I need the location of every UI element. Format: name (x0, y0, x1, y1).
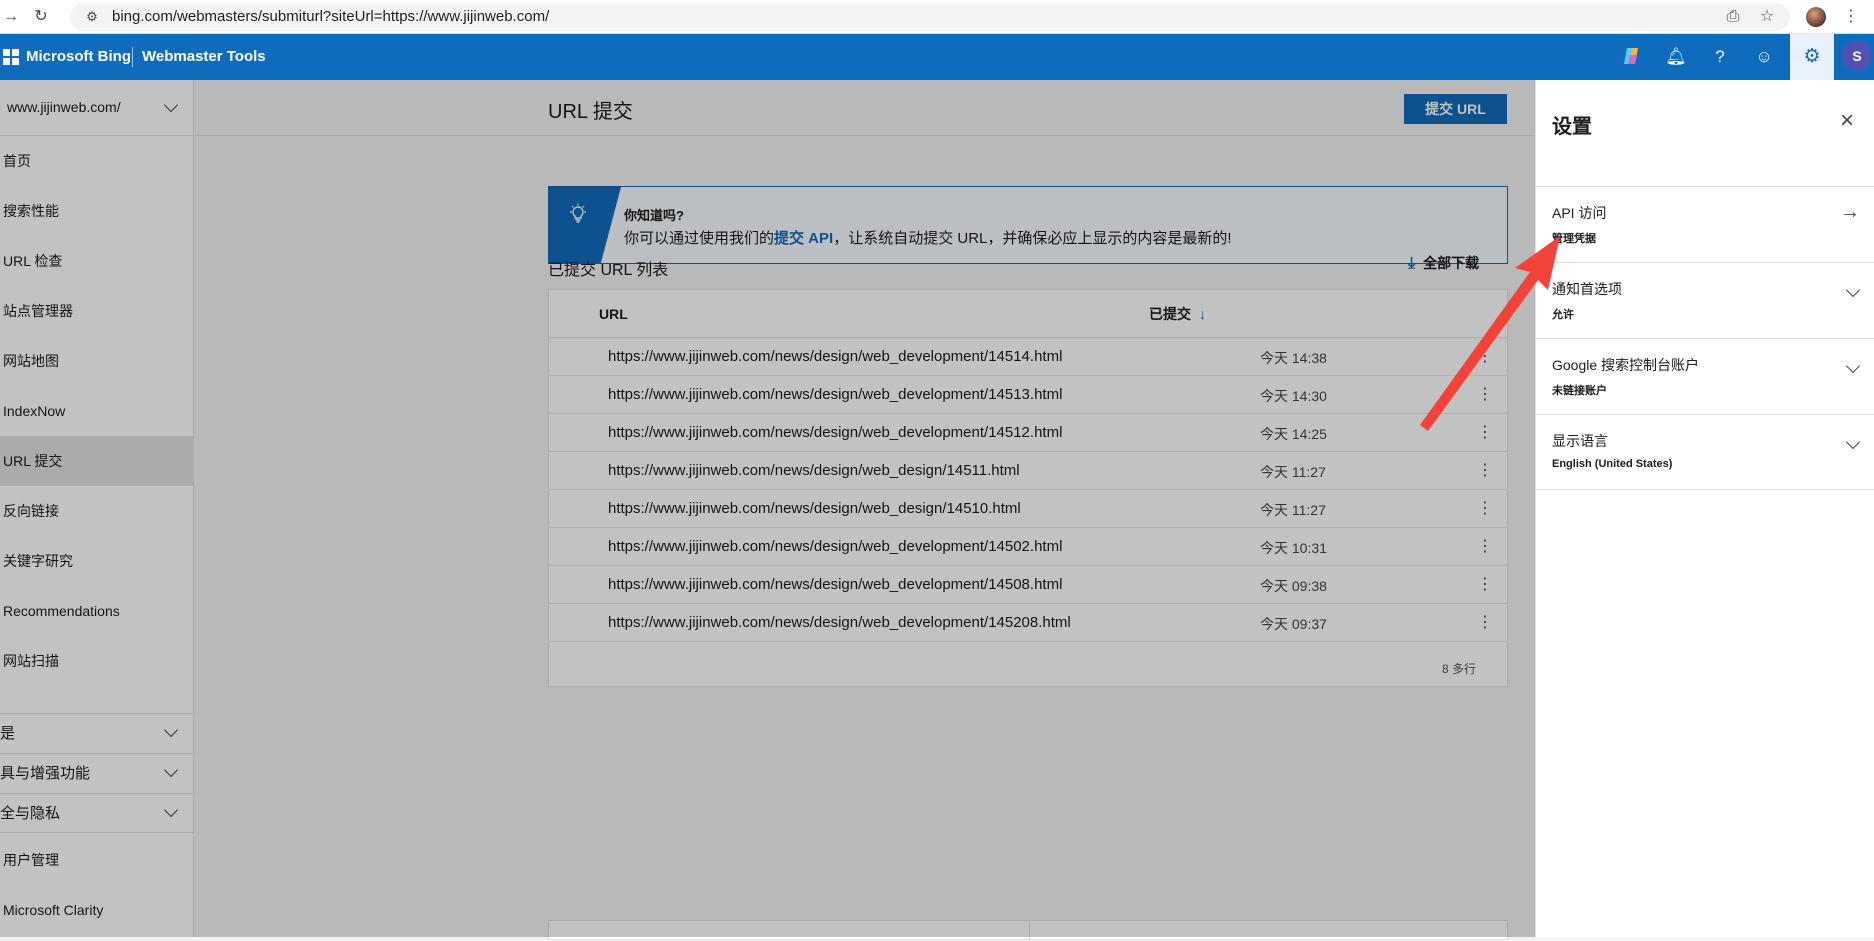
settings-item-sub: English (United States) (1552, 458, 1673, 470)
settings-item-sub: 未链接账户 (1552, 385, 1607, 397)
browser-profile-avatar[interactable] (1806, 7, 1826, 27)
address-url[interactable]: bing.com/webmasters/submiturl?siteUrl=ht… (112, 8, 549, 25)
settings-item-api-access[interactable]: API 访问 管理凭据 → (1536, 186, 1874, 262)
address-bar[interactable]: ⚙ bing.com/webmasters/submiturl?siteUrl=… (70, 3, 1790, 31)
settings-item-label: API 访问 (1552, 205, 1607, 221)
user-avatar[interactable]: S (1840, 39, 1874, 75)
close-icon[interactable]: × (1836, 109, 1858, 133)
settings-panel: 设置 × API 访问 管理凭据 → 通知首选项 允许 Google 搜索控制台… (1535, 80, 1874, 937)
reload-icon[interactable]: ↻ (30, 6, 52, 28)
browser-menu-icon[interactable]: ⋮ (1840, 6, 1862, 28)
settings-item-sub: 管理凭据 (1552, 233, 1596, 245)
microsoft-logo-icon (3, 49, 19, 65)
settings-item-google-console[interactable]: Google 搜索控制台账户 未链接账户 (1536, 338, 1874, 414)
chevron-down-icon[interactable] (1845, 434, 1861, 450)
chevron-down-icon[interactable] (1845, 282, 1861, 298)
site-info-icon[interactable]: ⚙ (82, 7, 102, 27)
settings-gear-icon[interactable]: ⚙ (1790, 34, 1834, 80)
bookmark-star-icon[interactable]: ☆ (1756, 6, 1778, 28)
chevron-down-icon[interactable] (1845, 358, 1861, 374)
user-initial[interactable]: S (1842, 41, 1872, 71)
brand-divider (132, 47, 133, 67)
install-app-icon[interactable]: ⎙ (1722, 6, 1744, 28)
settings-item-label: 显示语言 (1552, 433, 1608, 449)
settings-item-notifications[interactable]: 通知首选项 允许 (1536, 262, 1874, 338)
settings-item-label: 通知首选项 (1552, 281, 1622, 297)
copilot-icon[interactable] (1620, 45, 1644, 69)
forward-icon[interactable]: → (0, 6, 22, 28)
browser-toolbar: → ↻ ⚙ bing.com/webmasters/submiturl?site… (0, 0, 1874, 34)
notifications-bell-icon[interactable]: 🔔︎ (1664, 45, 1688, 69)
brand-name[interactable]: Microsoft Bing (26, 48, 131, 65)
settings-panel-title: 设置 (1552, 116, 1592, 138)
modal-overlay[interactable] (0, 80, 1535, 937)
arrow-right-icon[interactable]: → (1840, 201, 1860, 224)
app-header: Microsoft Bing Webmaster Tools 🔔︎ ? ☺ (0, 34, 1874, 80)
settings-item-display-language[interactable]: 显示语言 English (United States) (1536, 414, 1874, 490)
feedback-smiley-icon[interactable]: ☺ (1752, 45, 1776, 69)
help-icon[interactable]: ? (1708, 45, 1732, 69)
product-name[interactable]: Webmaster Tools (142, 48, 266, 65)
settings-item-label: Google 搜索控制台账户 (1552, 357, 1700, 373)
settings-item-sub: 允许 (1552, 309, 1574, 321)
